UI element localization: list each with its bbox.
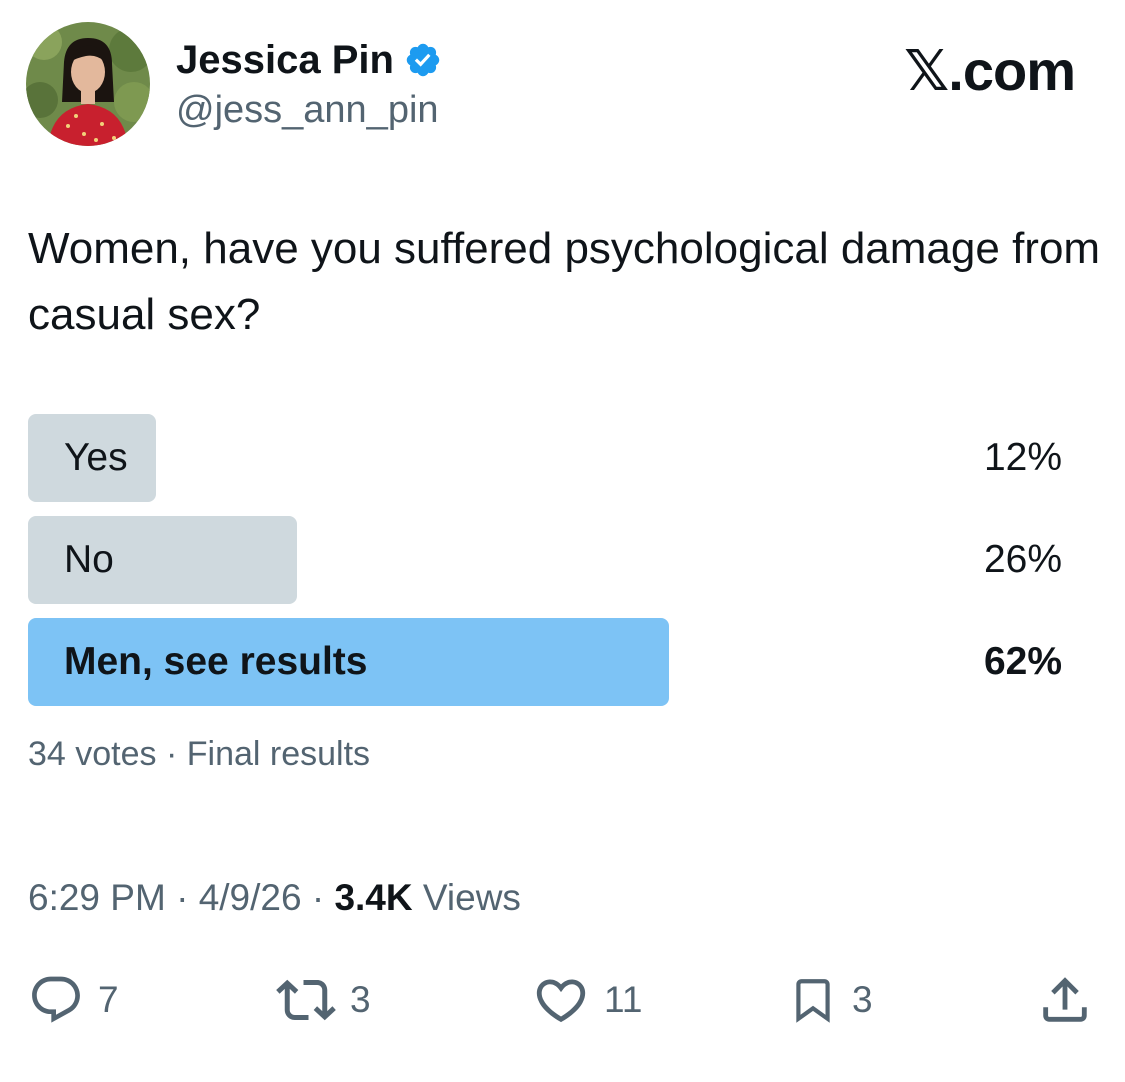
reply-icon — [32, 976, 80, 1023]
action-bar: 7 3 11 3 — [0, 960, 1125, 1040]
poll-option-men-see-results: Men, see results 62% — [28, 618, 1062, 706]
poll-option-label: Yes — [64, 436, 128, 479]
bookmark-button[interactable]: 3 — [788, 960, 873, 1040]
separator-dot: · — [311, 877, 335, 918]
tweet-date[interactable]: 4/9/26 — [199, 877, 302, 918]
author-handle[interactable]: @jess_ann_pin — [176, 87, 439, 133]
repost-count: 3 — [350, 979, 371, 1020]
poll-option-label: Men, see results — [64, 640, 368, 683]
poll-option-percent: 26% — [983, 538, 1062, 581]
poll-meta: 34 votes · Final results — [28, 735, 371, 773]
timestamp-row: 6:29 PM · 4/9/26 · 3.4K Views — [28, 875, 521, 921]
repost-icon — [276, 979, 336, 1021]
verified-badge-icon[interactable] — [404, 41, 442, 79]
share-icon — [1043, 977, 1087, 1022]
reply-button[interactable]: 7 — [28, 960, 119, 1040]
poll-option-no: No 26% — [28, 516, 1062, 604]
tweet-text: Women, have you suffered psychological d… — [28, 224, 1101, 339]
author-display-name[interactable]: Jessica Pin — [176, 36, 394, 84]
like-count: 11 — [604, 979, 643, 1020]
x-logo: 𝕏.com — [904, 39, 1076, 102]
views-label: Views — [422, 877, 521, 918]
bookmark-icon — [796, 979, 830, 1023]
reply-count: 7 — [98, 979, 119, 1020]
avatar-image — [26, 22, 150, 146]
repost-button[interactable]: 3 — [276, 960, 371, 1040]
separator-dot: · — [176, 877, 199, 918]
poll-option-yes: Yes 12% — [28, 414, 1062, 502]
poll-option-label: No — [64, 538, 114, 581]
bookmark-count: 3 — [852, 979, 873, 1020]
tweet-time[interactable]: 6:29 PM — [28, 877, 166, 918]
like-button[interactable]: 11 — [532, 960, 642, 1040]
poll-option-percent: 12% — [983, 436, 1062, 479]
share-button[interactable] — [1036, 960, 1094, 1040]
avatar[interactable] — [26, 22, 150, 146]
heart-icon — [536, 979, 586, 1023]
views-count: 3.4K — [334, 877, 413, 918]
poll-option-percent: 62% — [983, 640, 1062, 683]
author-name-row[interactable]: Jessica Pin — [176, 36, 442, 84]
